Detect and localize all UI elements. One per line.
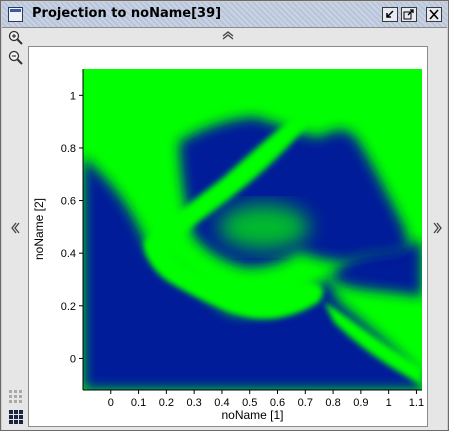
x-tick-label: 0.9 xyxy=(353,397,368,409)
y-tick-label: 0.8 xyxy=(61,143,76,155)
grid-light-icon[interactable] xyxy=(8,389,24,405)
chevron-right-icon[interactable] xyxy=(430,221,446,237)
grid-dark-icon[interactable] xyxy=(8,409,24,425)
y-axis-label: noName [2] xyxy=(32,198,46,260)
x-tick-label: 1.1 xyxy=(409,397,424,409)
x-tick-label: 0.2 xyxy=(159,397,174,409)
x-axis-label: noName [1] xyxy=(221,408,283,422)
y-tick-label: 0.2 xyxy=(61,301,76,313)
x-tick-label: 0.7 xyxy=(298,397,313,409)
minimize-icon[interactable] xyxy=(382,7,398,22)
chevron-left-icon[interactable] xyxy=(7,221,23,237)
zoom-in-icon[interactable] xyxy=(8,30,24,46)
y-tick-label: 0 xyxy=(70,353,76,365)
projection-plot-panel[interactable]: 0 0.1 0.2 0.3 0.4 0.5 0.6 0.7 0.8 0.9 1 1.1 0 0.2 0.4… xyxy=(28,46,428,427)
zoom-out-icon[interactable] xyxy=(8,50,24,66)
x-tick-label: 0.3 xyxy=(186,397,201,409)
x-axis-ticks: 0 0.1 0.2 0.3 0.4 0.5 0.6 0.7 0.8 0.9 1 1.1 xyxy=(108,390,424,409)
x-tick-label: 0.1 xyxy=(131,397,146,409)
y-tick-label: 1 xyxy=(70,90,76,102)
projection-window: Projection to noName[39] 0 0.1 0.2 0.3 0… xyxy=(0,0,449,431)
x-tick-label: 1 xyxy=(386,397,392,409)
x-tick-label: 0.8 xyxy=(325,397,340,409)
y-tick-label: 0.6 xyxy=(61,196,76,208)
close-icon[interactable] xyxy=(426,7,442,22)
window-title: Projection to noName[39] xyxy=(32,6,222,21)
maximize-icon[interactable] xyxy=(401,7,417,22)
x-tick-label: 0 xyxy=(108,397,114,409)
window-titlebar[interactable]: Projection to noName[39] xyxy=(2,2,447,28)
projection-chart[interactable]: 0 0.1 0.2 0.3 0.4 0.5 0.6 0.7 0.8 0.9 1 1.1 00.20.4… xyxy=(29,47,427,426)
window-icon xyxy=(8,7,23,22)
y-tick-label: 0.4 xyxy=(61,248,76,260)
y-axis-ticks: 0 0.2 0.4 0.6 0.8 1 xyxy=(61,90,83,365)
heatmap-inner-highlight xyxy=(219,205,309,249)
content-area: 0 0.1 0.2 0.3 0.4 0.5 0.6 0.7 0.8 0.9 1 1.1 0 0.2 0.4… xyxy=(2,28,447,430)
heatmap-field xyxy=(83,69,422,390)
chevron-up-icon[interactable] xyxy=(220,29,236,45)
